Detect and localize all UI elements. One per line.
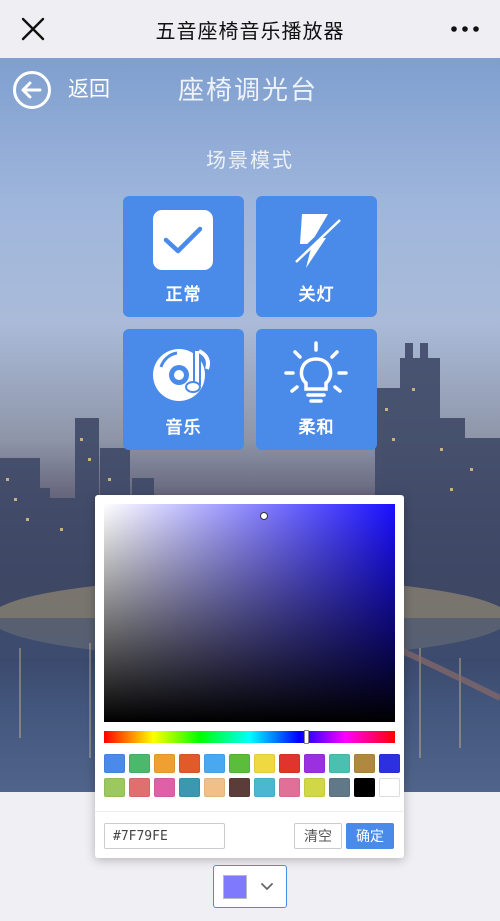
confirm-button[interactable]: 确定 <box>346 823 394 849</box>
clear-button[interactable]: 清空 <box>294 823 342 849</box>
preset-swatches <box>104 754 400 797</box>
mode-soft-button[interactable]: 柔和 <box>256 329 377 450</box>
mode-music-button[interactable]: 音乐 <box>123 329 244 450</box>
color-swatch[interactable] <box>379 778 400 797</box>
arrow-left-icon[interactable] <box>12 70 52 110</box>
mode-normal-button[interactable]: 正常 <box>123 196 244 317</box>
lightbulb-icon <box>284 341 348 403</box>
divider <box>95 811 404 812</box>
hex-input[interactable] <box>104 823 225 849</box>
page-title: 座椅调光台 <box>178 76 319 106</box>
color-swatch[interactable] <box>129 778 150 797</box>
mode-soft-label: 柔和 <box>298 418 335 438</box>
music-disc-icon <box>153 349 210 401</box>
color-swatch[interactable] <box>129 754 150 773</box>
app-title: 五音座椅音乐播放器 <box>155 18 345 43</box>
color-swatch[interactable] <box>254 778 275 797</box>
check-icon <box>153 210 213 270</box>
color-swatch[interactable] <box>204 754 225 773</box>
color-swatch[interactable] <box>304 754 325 773</box>
color-swatch[interactable] <box>204 778 225 797</box>
color-swatch[interactable] <box>354 778 375 797</box>
chevron-down-icon <box>261 883 273 890</box>
color-swatch[interactable] <box>154 754 175 773</box>
color-picker-trigger[interactable] <box>213 865 287 908</box>
selected-color-chip <box>223 875 247 899</box>
color-swatch[interactable] <box>229 754 250 773</box>
hue-handle[interactable] <box>304 730 309 744</box>
mode-lights-off-label: 关灯 <box>298 285 335 305</box>
color-picker-panel: 清空 确定 <box>95 495 404 858</box>
color-swatch[interactable] <box>379 754 400 773</box>
color-swatch[interactable] <box>354 754 375 773</box>
top-navigation-bar: 五音座椅音乐播放器 <box>0 0 500 58</box>
color-swatch[interactable] <box>179 778 200 797</box>
lightning-off-icon <box>292 214 341 268</box>
color-swatch[interactable] <box>279 754 300 773</box>
color-swatch[interactable] <box>304 778 325 797</box>
close-icon[interactable] <box>18 14 48 44</box>
color-swatch[interactable] <box>279 778 300 797</box>
scene-mode-heading: 场景模式 <box>206 148 294 172</box>
more-icon[interactable] <box>448 14 482 44</box>
hue-slider[interactable] <box>104 730 395 744</box>
color-swatch[interactable] <box>104 778 125 797</box>
mode-normal-label: 正常 <box>165 285 202 305</box>
color-swatch[interactable] <box>329 754 350 773</box>
mode-lights-off-button[interactable]: 关灯 <box>256 196 377 317</box>
back-button[interactable]: 返回 <box>68 73 110 103</box>
color-swatch[interactable] <box>254 754 275 773</box>
color-swatch[interactable] <box>104 754 125 773</box>
saturation-value-area[interactable] <box>104 504 395 722</box>
color-swatch[interactable] <box>154 778 175 797</box>
color-swatch[interactable] <box>329 778 350 797</box>
mode-music-label: 音乐 <box>165 418 202 438</box>
color-swatch[interactable] <box>179 754 200 773</box>
color-swatch[interactable] <box>229 778 250 797</box>
saturation-handle[interactable] <box>260 512 268 520</box>
